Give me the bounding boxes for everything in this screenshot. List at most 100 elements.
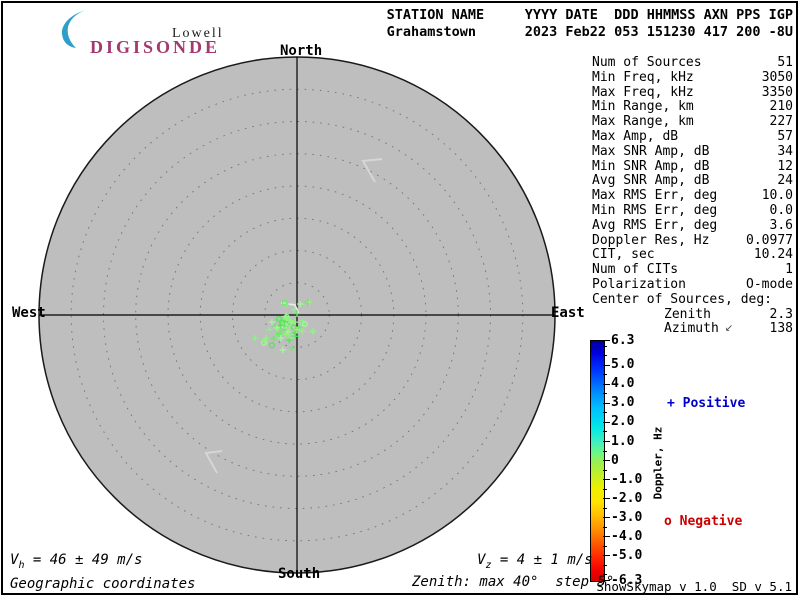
stat-value: 3350 bbox=[762, 86, 793, 101]
azimuth-arrow-icon: ↙ bbox=[725, 322, 733, 337]
compass-north-label: North bbox=[280, 43, 322, 59]
stat-label: Avg SNR Amp, dB bbox=[592, 174, 709, 189]
stat-row: Num of CITs 1 bbox=[592, 263, 793, 278]
colorbar-tick-label: 3.0 bbox=[611, 395, 634, 410]
stat-row: Max Freq, kHz3350 bbox=[592, 86, 793, 101]
stat-row: Center of Sources, deg: bbox=[592, 293, 793, 308]
colorbar-tick-label: 0 bbox=[611, 453, 619, 468]
software-version: ShowSkymap v 1.0 SD v 5.1 bbox=[596, 579, 792, 594]
stat-value: 0.0 bbox=[770, 204, 793, 219]
colorbar-tick-label: 6.3 bbox=[611, 333, 634, 348]
colorbar-major-tick bbox=[603, 555, 610, 556]
stat-row: Doppler Res, Hz 0.0977 bbox=[592, 234, 793, 249]
compass-east-label: East bbox=[551, 305, 585, 321]
stat-row: Polarization O-mode bbox=[592, 278, 793, 293]
stat-value: 3050 bbox=[762, 71, 793, 86]
skymap-window: Lowell DIGISONDE STATION NAME YYYY DATE … bbox=[0, 0, 800, 600]
stat-value: 2.3 bbox=[770, 308, 793, 323]
zenith-grid-note: Zenith: max 40° step 5° bbox=[412, 574, 614, 590]
circle-icon: o bbox=[664, 514, 672, 529]
stat-label: Max SNR Amp, dB bbox=[592, 145, 709, 160]
stat-value: O-mode bbox=[746, 278, 793, 293]
stat-label: Min Range, km bbox=[592, 100, 694, 115]
stat-value: 227 bbox=[770, 115, 793, 130]
colorbar-title: Doppler, Hz bbox=[652, 427, 665, 500]
colorbar-major-tick bbox=[603, 365, 610, 366]
stat-label: Min Freq, kHz bbox=[592, 71, 694, 86]
stat-label: Azimuth bbox=[664, 322, 719, 337]
stat-row: Num of Sources51 bbox=[592, 56, 793, 71]
stat-label: Avg RMS Err, deg bbox=[592, 219, 717, 234]
stat-label: Num of CITs bbox=[592, 263, 678, 278]
stat-value: 10.24 bbox=[754, 248, 793, 263]
colorbar-tick-label: -1.0 bbox=[611, 472, 642, 487]
stat-label: Zenith bbox=[664, 308, 711, 323]
colorbar-minor-tick bbox=[603, 451, 607, 452]
stat-row: Min Range, km 210 bbox=[592, 100, 793, 115]
colorbar-major-tick bbox=[603, 384, 610, 385]
colorbar-minor-tick bbox=[603, 431, 607, 432]
stat-row: Max Amp, dB 57 bbox=[592, 130, 793, 145]
colorbar-minor-tick bbox=[603, 346, 607, 347]
plus-icon: + bbox=[667, 396, 675, 411]
colorbar-major-tick bbox=[603, 479, 610, 480]
colorbar-major-tick bbox=[603, 422, 610, 423]
stat-label: Center of Sources, deg: bbox=[592, 293, 772, 308]
colorbar-major-tick bbox=[603, 498, 610, 499]
stat-value: 34 bbox=[777, 145, 793, 160]
coordinate-system-label: Geographic coordinates bbox=[10, 576, 195, 592]
colorbar-minor-tick bbox=[603, 393, 607, 394]
colorbar-minor-tick bbox=[603, 489, 607, 490]
stat-label: Polarization bbox=[592, 278, 686, 293]
measurement-stats-panel: Num of Sources51Min Freq, kHz 3050Max Fre… bbox=[592, 56, 793, 337]
stat-row: Max RMS Err, deg 10.0 bbox=[592, 189, 793, 204]
vh-value: = 46 ± 49 m/s bbox=[24, 552, 142, 568]
colorbar-minor-tick bbox=[603, 546, 607, 547]
stat-value: 138 bbox=[770, 322, 793, 337]
compass-west-label: West bbox=[12, 305, 46, 321]
stat-value: 1 bbox=[785, 263, 793, 278]
stat-label: CIT, sec bbox=[592, 248, 655, 263]
stat-label: Doppler Res, Hz bbox=[592, 234, 709, 249]
colorbar-tick-label: -2.0 bbox=[611, 491, 642, 506]
colorbar-major-tick bbox=[603, 517, 610, 518]
colorbar-tick-label: -3.0 bbox=[611, 510, 642, 525]
colorbar-tick-label: 2.0 bbox=[611, 414, 634, 429]
stat-row: Min Freq, kHz 3050 bbox=[592, 71, 793, 86]
stat-row: Avg RMS Err, deg 3.6 bbox=[592, 219, 793, 234]
colorbar-tick-label: -5.0 bbox=[611, 548, 642, 563]
stat-value: 12 bbox=[777, 160, 793, 175]
colorbar-major-tick bbox=[603, 441, 610, 442]
legend-negative-label: Negative bbox=[680, 514, 743, 529]
colorbar-minor-tick bbox=[603, 355, 607, 356]
stat-value: 0.0977 bbox=[746, 234, 793, 249]
legend-negative: o Negative bbox=[664, 514, 742, 529]
stat-label: Max Amp, dB bbox=[592, 130, 678, 145]
stat-value: 10.0 bbox=[762, 189, 793, 204]
stat-value: 51 bbox=[777, 56, 793, 71]
stat-label: Max Range, km bbox=[592, 115, 694, 130]
stat-value: 210 bbox=[770, 100, 793, 115]
stat-label: Min SNR Amp, dB bbox=[592, 160, 709, 175]
colorbar-major-tick bbox=[603, 403, 610, 404]
stat-row: Min RMS Err, deg0.0 bbox=[592, 204, 793, 219]
stat-value: 57 bbox=[777, 130, 793, 145]
colorbar-minor-tick bbox=[603, 527, 607, 528]
horizontal-velocity-readout: Vh = 46 ± 49 m/s bbox=[10, 552, 142, 571]
colorbar-tick-label: 5.0 bbox=[611, 357, 634, 372]
legend-positive: + Positive bbox=[667, 396, 745, 411]
stat-row: CIT, sec 10.24 bbox=[592, 248, 793, 263]
colorbar-major-tick bbox=[603, 340, 610, 341]
colorbar-tick-label: 1.0 bbox=[611, 434, 634, 449]
colorbar-minor-tick bbox=[603, 470, 607, 471]
stat-label: Max RMS Err, deg bbox=[592, 189, 717, 204]
colorbar-minor-tick bbox=[603, 508, 607, 509]
stat-value: 3.6 bbox=[770, 219, 793, 234]
stat-row: Max Range, km 227 bbox=[592, 115, 793, 130]
vertical-velocity-readout: Vz = 4 ± 1 m/s bbox=[477, 552, 593, 571]
colorbar-minor-tick bbox=[603, 565, 607, 566]
stat-row: Min SNR Amp, dB 12 bbox=[592, 160, 793, 175]
stat-row: Max SNR Amp, dB 34 bbox=[592, 145, 793, 160]
compass-south-label: South bbox=[278, 566, 320, 582]
colorbar-major-tick bbox=[603, 460, 610, 461]
